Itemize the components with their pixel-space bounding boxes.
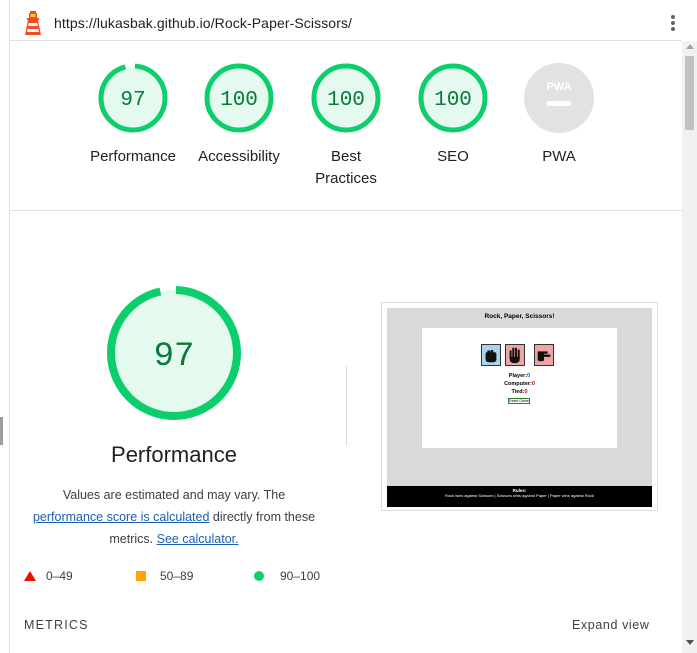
left-panel-handle[interactable] bbox=[0, 417, 3, 445]
score-calculated-link[interactable]: performance score is calculated bbox=[33, 510, 209, 524]
player-score-value: 0 bbox=[527, 373, 531, 379]
computer-score-label: Computer: bbox=[504, 381, 532, 387]
gauge-seo-score: 100 bbox=[434, 89, 472, 112]
vertical-divider bbox=[346, 366, 347, 446]
screenshot-page: Rock, Paper, Scissors! Player:0 Computer… bbox=[387, 308, 652, 507]
performance-score: 97 bbox=[154, 338, 195, 376]
report-url: https://lukasbak.github.io/Rock-Paper-Sc… bbox=[54, 15, 353, 31]
performance-description: Values are estimated and may vary. The p… bbox=[18, 484, 330, 550]
gauge-seo[interactable]: 100 SEO bbox=[398, 62, 508, 168]
fail-triangle-icon bbox=[24, 571, 36, 581]
gauge-performance-score: 97 bbox=[120, 89, 145, 112]
legend-fail-range: 0–49 bbox=[46, 569, 73, 583]
scissors-choice-icon bbox=[534, 344, 554, 366]
category-gauges: 97 Performance 100 Accessibility 100 Bes… bbox=[10, 41, 682, 211]
screenshot-footer-text: Rock wins against Scissors | Scissors wi… bbox=[444, 493, 595, 498]
gauge-seo-label: SEO bbox=[437, 148, 469, 165]
see-calculator-link[interactable]: See calculator. bbox=[157, 532, 239, 546]
tied-score-value: 0 bbox=[524, 389, 528, 395]
tied-score-line: Tied:0 bbox=[422, 389, 617, 395]
pwa-badge-icon: PWA bbox=[524, 63, 594, 133]
player-score-line: Player:0 bbox=[422, 373, 617, 379]
gauge-accessibility-score: 100 bbox=[220, 89, 258, 112]
scrollbar-track[interactable] bbox=[682, 41, 697, 653]
rock-choice-icon bbox=[481, 344, 501, 366]
gauge-pwa[interactable]: PWA PWA bbox=[504, 62, 614, 168]
report-url-bar: https://lukasbak.github.io/Rock-Paper-Sc… bbox=[10, 5, 682, 41]
legend-pass: 90–100 bbox=[254, 569, 320, 583]
tied-score-label: Tied: bbox=[511, 389, 525, 395]
scrollbar-thumb[interactable] bbox=[685, 56, 694, 130]
gauge-best-practices[interactable]: 100 Best Practices bbox=[291, 62, 401, 190]
gauge-performance-label: Performance bbox=[90, 148, 176, 165]
scroll-up-arrow-icon[interactable] bbox=[686, 44, 694, 49]
performance-gauge: 97 bbox=[107, 286, 241, 420]
gauge-pwa-label: PWA bbox=[542, 148, 576, 165]
performance-title: Performance bbox=[111, 442, 237, 467]
legend-pass-range: 90–100 bbox=[280, 569, 321, 583]
screenshot-reset-button: Reset Game bbox=[508, 398, 530, 404]
screenshot-title: Rock, Paper, Scissors! bbox=[484, 313, 555, 320]
gauge-best-practices-ring: 100 bbox=[311, 63, 381, 133]
gauge-performance[interactable]: 97 Performance bbox=[78, 62, 188, 168]
gauge-performance-ring: 97 bbox=[98, 63, 168, 133]
screenshot-footer: Rules: Rock wins against Scissors | Scis… bbox=[387, 486, 652, 507]
player-score-label: Player: bbox=[508, 373, 528, 379]
paper-choice-icon bbox=[505, 344, 525, 366]
scroll-down-arrow-icon[interactable] bbox=[686, 640, 694, 645]
pwa-badge-text: PWA bbox=[546, 81, 571, 93]
computer-score-line: Computer:0 bbox=[422, 381, 617, 387]
more-options-icon[interactable] bbox=[666, 14, 680, 34]
gauge-accessibility-ring: 100 bbox=[204, 63, 274, 133]
legend-average: 50–89 bbox=[136, 569, 193, 583]
gauge-accessibility[interactable]: 100 Accessibility bbox=[184, 62, 294, 168]
expand-view-toggle[interactable]: Expand view bbox=[572, 618, 649, 632]
desc-prefix: Values are estimated and may vary. The bbox=[62, 488, 286, 502]
gauge-accessibility-label: Accessibility bbox=[198, 148, 280, 165]
average-square-icon bbox=[136, 571, 146, 581]
legend-fail: 0–49 bbox=[24, 569, 73, 583]
metrics-heading: METRICS bbox=[24, 618, 89, 632]
computer-score-value: 0 bbox=[531, 381, 535, 387]
lighthouse-icon bbox=[25, 11, 41, 35]
gauge-best-practices-score: 100 bbox=[327, 89, 365, 112]
gauge-seo-ring: 100 bbox=[418, 63, 488, 133]
left-frame bbox=[0, 0, 10, 653]
pass-circle-icon bbox=[254, 571, 264, 581]
gauge-best-practices-label: Best Practices bbox=[315, 148, 377, 187]
legend-average-range: 50–89 bbox=[160, 569, 194, 583]
final-screenshot: Rock, Paper, Scissors! Player:0 Computer… bbox=[381, 302, 658, 511]
screenshot-game-card: Player:0 Computer:0 Tied:0 Reset Game bbox=[422, 328, 617, 448]
